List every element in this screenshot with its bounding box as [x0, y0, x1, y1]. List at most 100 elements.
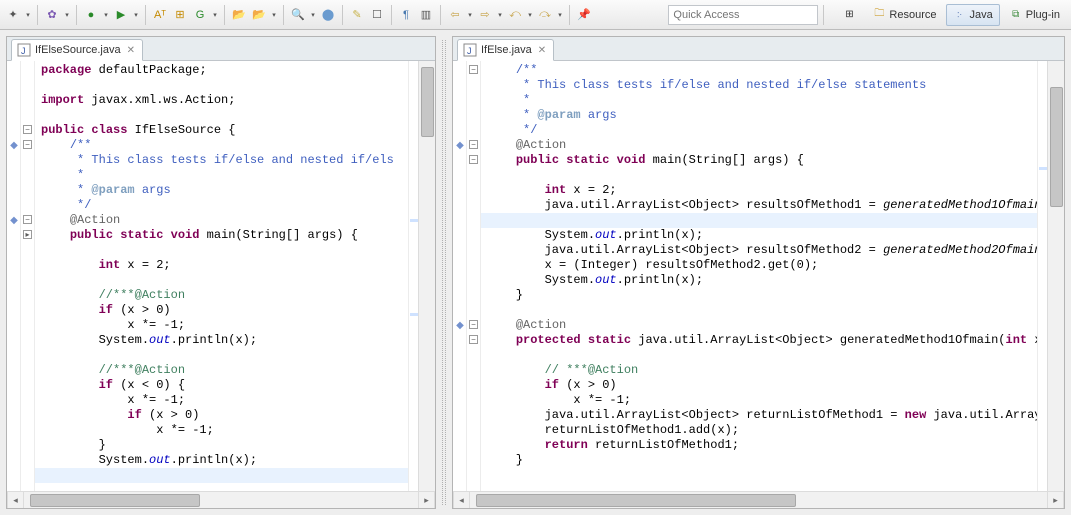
pin-icon[interactable]: 📌: [575, 6, 593, 24]
save-icon[interactable]: ✿: [43, 6, 61, 24]
run-last-icon[interactable]: ▶: [112, 6, 130, 24]
current-line-highlight: [35, 468, 408, 483]
new-wizard-icon[interactable]: ✦: [4, 6, 22, 24]
scroll-thumb[interactable]: [421, 67, 434, 137]
svg-text:J: J: [467, 46, 472, 56]
last-edit-icon[interactable]: ⤺: [506, 6, 524, 24]
dropdown-icon[interactable]: ▾: [211, 11, 219, 19]
scroll-left-icon[interactable]: ◂: [7, 492, 24, 508]
marker-ruler: ◆◆: [7, 61, 21, 491]
scroll-right-icon[interactable]: ▸: [418, 492, 435, 508]
dropdown-icon[interactable]: ▾: [496, 11, 504, 19]
override-marker-icon: ◆: [9, 215, 19, 225]
perspective-switcher: ⊞ 🗀 Resource ჻ Java ⧉ Plug-in: [835, 4, 1067, 26]
java-file-icon: J: [17, 43, 31, 57]
fold-ruler: − − − − −: [467, 61, 481, 491]
quick-access-input[interactable]: [668, 5, 818, 25]
java-icon: ჻: [953, 8, 967, 22]
dropdown-icon[interactable]: ▾: [556, 11, 564, 19]
vertical-scrollbar[interactable]: [418, 61, 435, 491]
scroll-thumb[interactable]: [476, 494, 796, 507]
marker-ruler: ◆◆: [453, 61, 467, 491]
new-class-icon[interactable]: Aᵀ: [151, 6, 169, 24]
tab-label: IfElseSource.java: [35, 44, 121, 56]
dropdown-icon[interactable]: ▾: [63, 11, 71, 19]
search-icon[interactable]: 🔍: [289, 6, 307, 24]
fold-toggle[interactable]: −: [469, 155, 478, 164]
override-marker-icon: ◆: [455, 320, 465, 330]
horizontal-scrollbar[interactable]: ◂ ▸: [453, 491, 1064, 508]
editor-area: J IfElseSource.java ✕ ◆◆ −−−▸ package de…: [0, 30, 1071, 515]
run-icon[interactable]: ●: [82, 6, 100, 24]
dropdown-icon[interactable]: ▾: [466, 11, 474, 19]
svg-text:J: J: [21, 46, 26, 56]
close-icon[interactable]: ✕: [125, 45, 137, 56]
close-icon[interactable]: ✕: [536, 45, 548, 56]
dropdown-icon[interactable]: ▾: [132, 11, 140, 19]
perspective-label: Java: [970, 9, 993, 21]
source-code[interactable]: package defaultPackage; import javax.xml…: [35, 61, 408, 487]
toggle-breakpoint-icon[interactable]: ☐: [368, 6, 386, 24]
open-perspective-button[interactable]: ⊞: [835, 4, 863, 26]
scroll-right-icon[interactable]: ▸: [1047, 492, 1064, 508]
overview-ruler: [408, 61, 418, 491]
code-viewport[interactable]: /** * This class tests if/else and neste…: [481, 61, 1037, 491]
main-toolbar: ✦▾ ✿▾ ●▾ ▶▾ Aᵀ ⊞ G▾ 📂 📂▾ 🔍▾ ⬤ ✎ ☐ ¶ ▥ ⇦▾…: [0, 0, 1071, 30]
open-task-icon[interactable]: 📂: [250, 6, 268, 24]
dropdown-icon[interactable]: ▾: [102, 11, 110, 19]
overview-ruler: [1037, 61, 1047, 491]
scroll-thumb[interactable]: [30, 494, 200, 507]
new-plugin-icon[interactable]: G: [191, 6, 209, 24]
new-package-icon[interactable]: ⊞: [171, 6, 189, 24]
perspective-label: Plug-in: [1026, 9, 1060, 21]
editor-sash[interactable]: [442, 40, 446, 505]
tab-ifelse-source[interactable]: J IfElseSource.java ✕: [11, 39, 143, 61]
scroll-left-icon[interactable]: ◂: [453, 492, 470, 508]
override-marker-icon: ◆: [455, 140, 465, 150]
editor-body: ◆◆ −−−−− /** * This class tests if/else …: [453, 61, 1064, 491]
tab-row: J IfElseSource.java ✕: [7, 37, 435, 61]
editor-body: ◆◆ −−−▸ package defaultPackage; import j…: [7, 61, 435, 491]
vertical-scrollbar[interactable]: [1047, 61, 1064, 491]
block-select-icon[interactable]: ▥: [417, 6, 435, 24]
dropdown-icon[interactable]: ▾: [270, 11, 278, 19]
toggle-mark-icon[interactable]: ✎: [348, 6, 366, 24]
next-annotation-icon[interactable]: ⤼: [536, 6, 554, 24]
dropdown-icon[interactable]: ▾: [24, 11, 32, 19]
fold-toggle[interactable]: −: [23, 125, 32, 134]
perspective-java[interactable]: ჻ Java: [946, 4, 1000, 26]
tab-ifelse[interactable]: J IfElse.java ✕: [457, 39, 554, 61]
perspective-resource[interactable]: 🗀 Resource: [865, 4, 943, 26]
code-viewport[interactable]: package defaultPackage; import javax.xml…: [35, 61, 408, 491]
scroll-thumb[interactable]: [1050, 87, 1063, 207]
dropdown-icon[interactable]: ▾: [309, 11, 317, 19]
tab-row: J IfElse.java ✕: [453, 37, 1064, 61]
override-marker-icon: ◆: [9, 140, 19, 150]
fold-toggle[interactable]: −: [23, 215, 32, 224]
perspective-plugin[interactable]: ⧉ Plug-in: [1002, 4, 1067, 26]
open-resource-icon[interactable]: ⬤: [319, 6, 337, 24]
editor-pane-left: J IfElseSource.java ✕ ◆◆ −−−▸ package de…: [6, 36, 436, 509]
plugin-icon: ⧉: [1009, 8, 1023, 22]
tab-label: IfElse.java: [481, 44, 532, 56]
fold-ruler: − − − ▸: [21, 61, 35, 491]
fold-toggle[interactable]: −: [469, 140, 478, 149]
source-code[interactable]: /** * This class tests if/else and neste…: [481, 61, 1037, 472]
fold-toggle[interactable]: −: [469, 320, 478, 329]
open-type-icon[interactable]: 📂: [230, 6, 248, 24]
horizontal-scrollbar[interactable]: ◂ ▸: [7, 491, 435, 508]
editor-pane-right: J IfElse.java ✕ ◆◆ −−−−− /** * This clas…: [452, 36, 1065, 509]
nav-fwd-icon[interactable]: ⇨: [476, 6, 494, 24]
java-file-icon: J: [463, 43, 477, 57]
show-whitespace-icon[interactable]: ¶: [397, 6, 415, 24]
folder-icon: 🗀: [872, 8, 886, 22]
open-perspective-icon: ⊞: [842, 8, 856, 22]
fold-toggle[interactable]: ▸: [23, 230, 32, 239]
fold-toggle[interactable]: −: [469, 65, 478, 74]
nav-back-icon[interactable]: ⇦: [446, 6, 464, 24]
current-line-highlight: [481, 213, 1037, 228]
dropdown-icon[interactable]: ▾: [526, 11, 534, 19]
fold-toggle[interactable]: −: [23, 140, 32, 149]
fold-toggle[interactable]: −: [469, 335, 478, 344]
perspective-label: Resource: [889, 9, 936, 21]
